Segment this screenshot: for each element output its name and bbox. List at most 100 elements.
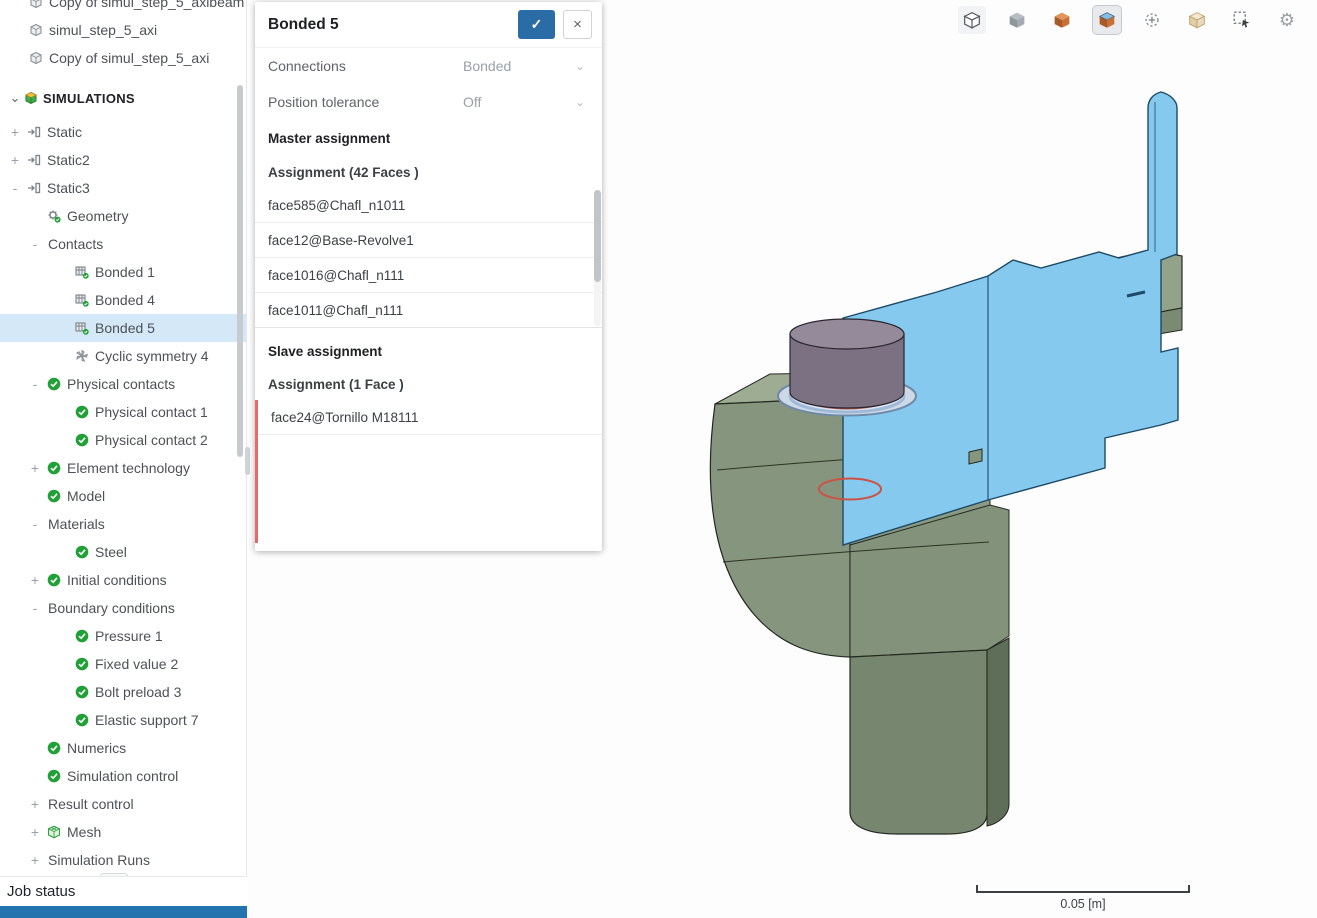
tree-item[interactable]: + Result control	[0, 790, 246, 818]
simulations-section-header[interactable]: ⌄ SIMULATIONS	[0, 82, 246, 114]
viewport-settings-icon[interactable]: ⚙	[1273, 6, 1301, 34]
chevron-down-icon[interactable]: ⌄	[6, 90, 24, 106]
position-tolerance-field: Position tolerance Off ⌄	[255, 84, 602, 120]
section-label: SIMULATIONS	[43, 91, 135, 106]
expander-toggle[interactable]: -	[26, 516, 44, 532]
tree-item[interactable]: Simulation control	[0, 762, 246, 790]
tree-item[interactable]: Model	[0, 482, 246, 510]
part-icon	[26, 23, 45, 37]
geometry-item[interactable]: Copy of simul_step_5_axi	[0, 44, 246, 72]
center-of-rotation-icon[interactable]	[1138, 6, 1166, 34]
expander-toggle[interactable]: -	[6, 180, 24, 196]
tree-item[interactable]: + Mesh	[0, 818, 246, 846]
expander-toggle[interactable]: -	[26, 600, 44, 616]
tree-item[interactable]: - Static3	[0, 174, 246, 202]
face-list-item[interactable]: face585@Chafl_n1011	[255, 188, 602, 223]
expander-toggle[interactable]: +	[6, 152, 24, 168]
close-icon: ×	[573, 16, 582, 33]
model-section-blue[interactable]	[843, 92, 1178, 545]
simulation-tree-sidebar: Copy of simul_step_5_axibeam simul_step_…	[0, 0, 247, 918]
face-list-item[interactable]: face12@Base-Revolve1	[255, 223, 602, 258]
tree-item[interactable]: Bonded 1	[0, 258, 246, 286]
status-check-icon	[75, 657, 89, 671]
expander-toggle[interactable]: +	[26, 824, 44, 840]
job-status-label: Job status	[7, 883, 75, 900]
expander-toggle[interactable]: +	[26, 852, 44, 868]
tree-item[interactable]: + Element technology	[0, 454, 246, 482]
job-status-bar[interactable]: Job status	[0, 876, 247, 906]
tree-item-label: Geometry	[67, 208, 128, 224]
tree-item[interactable]: + Initial conditions	[0, 566, 246, 594]
connections-select[interactable]: Bonded ⌄	[463, 58, 589, 74]
expander-toggle[interactable]: -	[26, 376, 44, 392]
scale-label: 0.05 [m]	[976, 897, 1190, 911]
fit-view-icon[interactable]	[958, 6, 986, 34]
geometry-item[interactable]: simul_step_5_axi	[0, 16, 246, 44]
box-select-icon[interactable]	[1228, 6, 1256, 34]
face-list-item[interactable]: face24@Tornillo M18111	[258, 400, 602, 435]
expander-toggle[interactable]: +	[26, 572, 44, 588]
tree-item[interactable]: Fixed value 2	[0, 650, 246, 678]
part-icon	[26, 51, 45, 65]
tree-item[interactable]: Elastic support 7	[0, 706, 246, 734]
shaded-view-icon[interactable]	[1003, 6, 1031, 34]
face-list-item[interactable]: face1016@Chafl_n111	[255, 258, 602, 293]
bonded-contact-icon	[75, 293, 89, 307]
tree-item[interactable]: - Contacts	[0, 230, 246, 258]
scale-line	[976, 885, 1190, 893]
tree-item[interactable]: Steel	[0, 538, 246, 566]
bolt-head-cylinder[interactable]	[790, 319, 904, 408]
status-check-icon	[47, 741, 61, 755]
position-tolerance-label: Position tolerance	[268, 94, 463, 110]
slave-face-list-container: face24@Tornillo M18111	[255, 400, 602, 543]
mesh-icon	[47, 825, 61, 839]
tree-item[interactable]: - Materials	[0, 510, 246, 538]
scrollbar-thumb[interactable]	[237, 85, 243, 457]
apply-button[interactable]: ✓	[518, 10, 555, 39]
tree-item[interactable]: + Static	[0, 118, 246, 146]
gear-icon: ⚙	[1279, 11, 1295, 29]
expander-toggle[interactable]: +	[6, 124, 24, 140]
status-check-icon	[47, 377, 61, 391]
tree-item[interactable]: Numerics	[0, 734, 246, 762]
tree-item[interactable]: Physical contact 2	[0, 426, 246, 454]
tree-item-label: Contacts	[48, 236, 103, 252]
bonded-contact-panel: Bonded 5 ✓ × Connections Bonded ⌄ Positi…	[255, 2, 602, 551]
chevron-down-icon: ⌄	[575, 59, 585, 73]
expander-toggle[interactable]: -	[26, 236, 44, 252]
panel-header: Bonded 5 ✓ ×	[255, 2, 602, 48]
status-check-icon	[75, 713, 89, 727]
tree-item[interactable]: + Static2	[0, 146, 246, 174]
connections-field: Connections Bonded ⌄	[255, 48, 602, 84]
expander-toggle[interactable]: +	[26, 796, 44, 812]
tree-item[interactable]: Bonded 4	[0, 286, 246, 314]
tree-item-label: Steel	[95, 544, 127, 560]
face-label: face12@Base-Revolve1	[268, 233, 414, 248]
scrollbar-thumb[interactable]	[594, 190, 601, 282]
tree-item[interactable]: - Boundary conditions	[0, 594, 246, 622]
master-face-list: face585@Chafl_n1011 face12@Base-Revolve1…	[255, 188, 602, 328]
sidebar-resize-handle[interactable]	[245, 447, 250, 475]
tree-item[interactable]: Cyclic symmetry 4	[0, 342, 246, 370]
master-face-list-container: face585@Chafl_n1011 face12@Base-Revolve1…	[255, 188, 602, 328]
position-tolerance-select[interactable]: Off ⌄	[463, 94, 589, 110]
face-list-item[interactable]: face1011@Chafl_n111	[255, 293, 602, 328]
close-button[interactable]: ×	[563, 10, 592, 39]
tree-item[interactable]: + Simulation Runs	[0, 846, 246, 874]
surface-view-icon[interactable]	[1048, 6, 1076, 34]
transparent-view-icon[interactable]	[1183, 6, 1211, 34]
section-view-icon[interactable]	[1093, 6, 1121, 34]
sidebar-scrollbar[interactable]	[237, 0, 243, 874]
face-list-scrollbar[interactable]	[594, 190, 601, 326]
expander-toggle[interactable]: +	[26, 460, 44, 476]
tree-item[interactable]: Pressure 1	[0, 622, 246, 650]
tree-item[interactable]: Geometry	[0, 202, 246, 230]
tree-item[interactable]: Bonded 5	[0, 314, 246, 342]
geometry-item[interactable]: Copy of simul_step_5_axibeam	[0, 0, 246, 16]
tree-item[interactable]: - Physical contacts	[0, 370, 246, 398]
simulation-tree: + Static +	[0, 118, 246, 874]
render-toolbar: ⚙	[958, 6, 1301, 34]
simulations-icon	[24, 91, 38, 105]
tree-item[interactable]: Bolt preload 3	[0, 678, 246, 706]
tree-item[interactable]: Physical contact 1	[0, 398, 246, 426]
